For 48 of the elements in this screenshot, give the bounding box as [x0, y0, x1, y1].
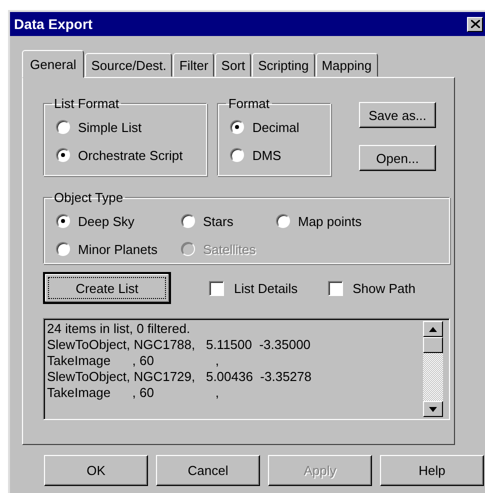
close-button[interactable]	[467, 16, 483, 32]
group-title: Object Type	[53, 190, 124, 205]
radio-button[interactable]	[181, 214, 195, 228]
scroll-thumb[interactable]	[423, 337, 443, 353]
checkbox[interactable]	[328, 280, 343, 296]
checkbox-label: List Details	[234, 280, 298, 296]
list-line: SlewToObject, NGC1729, 5.00436 -3.35278	[47, 369, 312, 385]
radio-button[interactable]	[230, 148, 244, 162]
radio-label: Orchestrate Script	[78, 148, 183, 162]
radio-button[interactable]	[56, 214, 70, 228]
tab[interactable]: General	[22, 50, 84, 78]
radio-button[interactable]	[56, 148, 70, 162]
window-title: Data Export	[14, 16, 93, 32]
close-icon	[470, 20, 480, 28]
tab[interactable]: Filter	[173, 53, 214, 77]
group-title: List Format	[53, 96, 120, 111]
checkbox-label: Show Path	[352, 280, 416, 296]
down-arrow-icon	[429, 406, 437, 412]
list-line: TakeImage , 60 ,	[47, 353, 220, 369]
radio-label: Decimal	[252, 120, 300, 134]
list-line: TakeImage , 60 ,	[47, 385, 220, 401]
tab[interactable]: Mapping	[316, 53, 378, 77]
radio-label: Deep Sky	[78, 214, 134, 228]
tab[interactable]: Scripting	[252, 53, 315, 77]
radio-label: Map points	[298, 214, 362, 228]
radio-button[interactable]	[276, 214, 290, 228]
up-arrow-icon	[429, 326, 437, 332]
side-button[interactable]: Open...	[359, 145, 436, 171]
tab[interactable]: Sort	[215, 53, 252, 77]
list-line: SlewToObject, NGC1788, 5.11500 -3.35000	[47, 337, 312, 353]
scrollbar[interactable]	[423, 321, 443, 417]
radio-label: Stars	[203, 214, 234, 228]
dialog-button[interactable]: Help	[380, 455, 484, 486]
radio-label: DMS	[252, 148, 282, 162]
list-line: 24 items in list, 0 filtered.	[47, 321, 192, 337]
checkbox[interactable]	[209, 280, 224, 296]
radio-button[interactable]	[230, 120, 244, 134]
radio-button[interactable]	[56, 242, 70, 256]
dialog-button[interactable]: Cancel	[156, 455, 260, 486]
radio-label: Simple List	[78, 120, 142, 134]
radio-label: Minor Planets	[78, 242, 158, 256]
side-button[interactable]: Save as...	[359, 102, 436, 128]
radio-button[interactable]	[56, 120, 70, 134]
radio-label: Satellites	[203, 242, 256, 256]
group-title: Format	[227, 96, 271, 111]
create-list-button[interactable]: Create List	[43, 272, 171, 304]
dialog-button[interactable]: OK	[44, 455, 148, 486]
tab[interactable]: Source/Dest.	[85, 53, 172, 77]
